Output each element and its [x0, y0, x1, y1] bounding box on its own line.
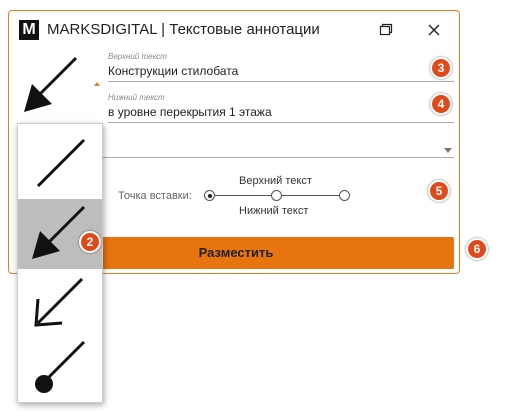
restore-button[interactable]	[375, 20, 397, 40]
badge-2: 2	[79, 231, 101, 253]
top-text-field[interactable]: Верхний текст Конструкции стилобата	[108, 52, 454, 82]
title-bar: M MARKSDIGITAL | Текстовые аннотации	[9, 11, 458, 49]
badge-4: 4	[430, 93, 452, 115]
open-arrow-icon	[34, 277, 84, 327]
top-text-hint: Верхний текст	[108, 52, 167, 61]
insertion-top-label: Верхний текст	[239, 175, 312, 187]
close-icon	[428, 24, 440, 36]
arrow-option-dot[interactable]	[18, 334, 102, 404]
insertion-point-label: Точка вставки:	[118, 190, 192, 202]
bottom-text-hint: Нижний текст	[108, 93, 165, 102]
badge-5: 5	[428, 180, 450, 202]
insertion-radio-left[interactable]	[204, 190, 215, 201]
combo-caret-icon[interactable]	[94, 82, 100, 86]
arrow-option-plain[interactable]	[18, 124, 102, 194]
top-text-value[interactable]: Конструкции стилобата	[108, 64, 238, 78]
filled-arrow-icon	[24, 56, 78, 112]
arrow-option-open[interactable]	[18, 269, 102, 339]
window-title: MARKSDIGITAL | Текстовые аннотации	[47, 21, 320, 38]
bottom-text-value[interactable]: в уровне перекрытия 1 этажа	[108, 105, 272, 119]
insertion-radio-middle[interactable]	[271, 190, 282, 201]
dot-line-icon	[35, 340, 86, 393]
arrow-style-combo[interactable]	[16, 50, 96, 122]
app-logo: M	[19, 20, 39, 40]
plain-line-icon	[36, 138, 86, 188]
bottom-text-field[interactable]: Нижний текст в уровне перекрытия 1 этажа	[108, 93, 454, 123]
arrow-style-popup	[17, 123, 103, 403]
badge-3: 3	[430, 57, 452, 79]
insertion-radio-right[interactable]	[339, 190, 350, 201]
badge-6: 6	[466, 238, 488, 260]
restore-icon	[379, 23, 393, 36]
close-button[interactable]	[423, 20, 445, 40]
chevron-down-icon[interactable]	[444, 148, 452, 153]
insertion-bottom-label: Нижний текст	[239, 205, 309, 217]
